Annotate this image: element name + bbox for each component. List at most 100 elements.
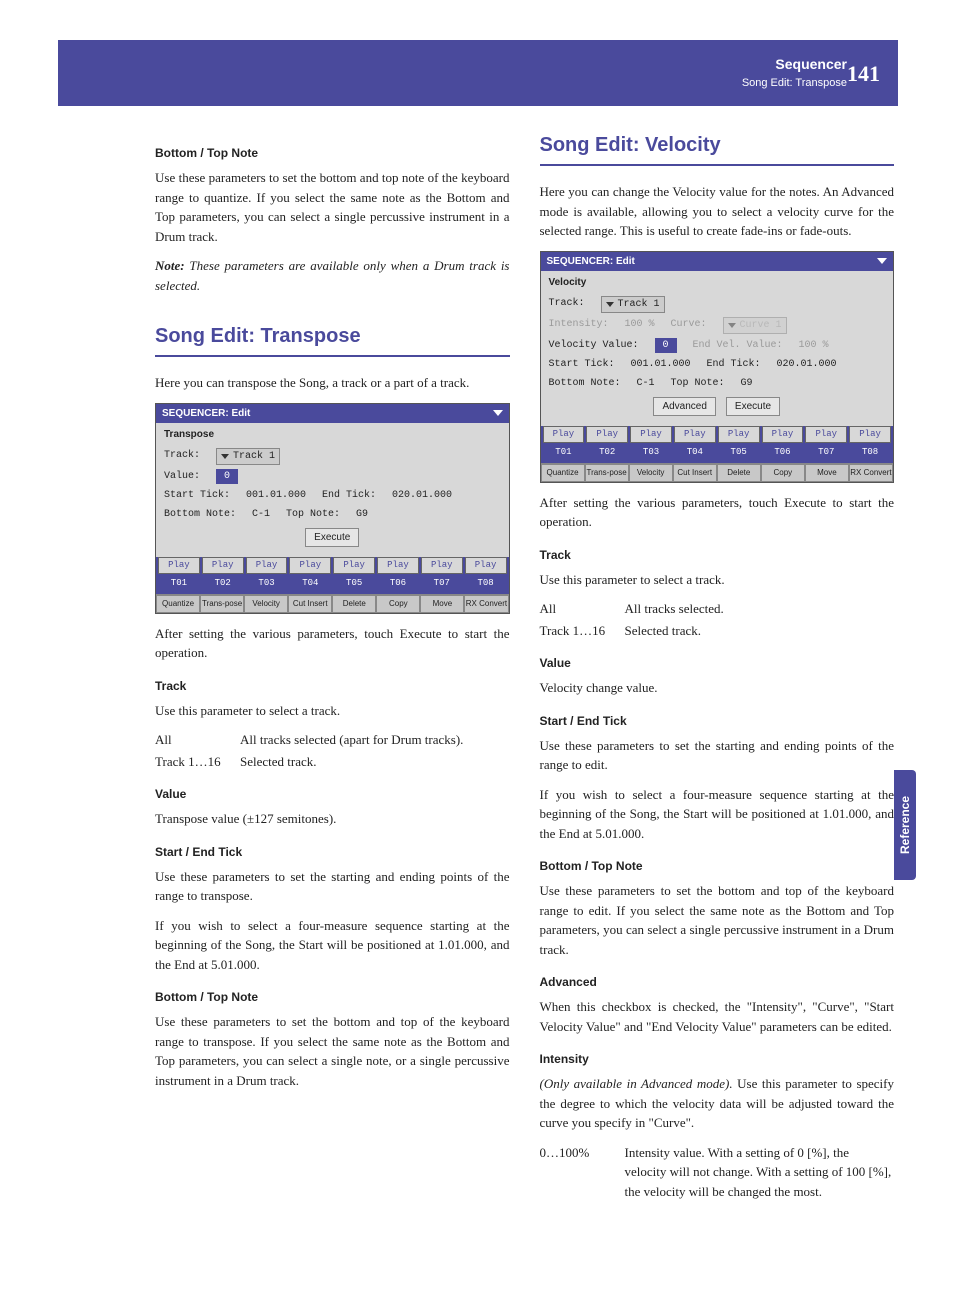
- track-cell[interactable]: T03: [246, 576, 288, 592]
- tab-copy[interactable]: Copy: [376, 595, 420, 613]
- tab-delete[interactable]: Delete: [717, 464, 761, 482]
- def-row: All All tracks selected.: [540, 599, 895, 619]
- track-row: T01 T02 T03 T04 T05 T06 T07 T08: [156, 576, 509, 594]
- track-cell[interactable]: T05: [718, 445, 760, 461]
- tab-move[interactable]: Move: [420, 595, 464, 613]
- right-column: Song Edit: Velocity Here you can change …: [540, 130, 895, 1203]
- play-button[interactable]: Play: [586, 426, 628, 444]
- play-button[interactable]: Play: [465, 557, 507, 575]
- left-column: Bottom / Top Note Use these parameters t…: [155, 130, 510, 1203]
- header-subtitle: Song Edit: Transpose: [742, 75, 847, 92]
- tab-copy[interactable]: Copy: [761, 464, 805, 482]
- play-button[interactable]: Play: [762, 426, 804, 444]
- track-cell[interactable]: T02: [202, 576, 244, 592]
- section-title-transpose: Song Edit: Transpose: [155, 321, 510, 351]
- menu-icon[interactable]: [493, 410, 503, 416]
- def-row: Track 1…16 Selected track.: [155, 752, 510, 772]
- para: If you wish to select a four-measure seq…: [540, 785, 895, 844]
- track-cell[interactable]: T07: [421, 576, 463, 592]
- tab-transpose[interactable]: Trans-pose: [200, 595, 244, 613]
- note-text: These parameters are available only when…: [155, 258, 510, 293]
- top-note-label: Top Note:: [671, 376, 725, 391]
- vel-value-input[interactable]: 0: [655, 338, 677, 353]
- track-cell[interactable]: T04: [674, 445, 716, 461]
- track-cell[interactable]: T08: [465, 576, 507, 592]
- execute-button[interactable]: Execute: [305, 528, 359, 547]
- end-tick-value[interactable]: 020.01.000: [777, 357, 837, 372]
- play-button[interactable]: Play: [630, 426, 672, 444]
- track-value: Track 1: [618, 297, 660, 312]
- def-row: 0…100% Intensity value. With a setting o…: [540, 1143, 895, 1202]
- track-cell[interactable]: T01: [158, 576, 200, 592]
- play-button[interactable]: Play: [246, 557, 288, 575]
- tab-cut-insert[interactable]: Cut Insert: [288, 595, 332, 613]
- track-cell[interactable]: T01: [543, 445, 585, 461]
- top-note-value[interactable]: G9: [741, 376, 753, 391]
- track-row: T01 T02 T03 T04 T05 T06 T07 T08: [541, 445, 894, 463]
- page-header: Sequencer Song Edit: Transpose 141: [58, 40, 898, 106]
- header-title: Sequencer: [742, 54, 847, 75]
- para: Use these parameters to set the bottom a…: [155, 1012, 510, 1090]
- play-button[interactable]: Play: [158, 557, 200, 575]
- play-button[interactable]: Play: [202, 557, 244, 575]
- play-button[interactable]: Play: [543, 426, 585, 444]
- track-cell[interactable]: T03: [630, 445, 672, 461]
- end-vel-label: End Vel. Value:: [693, 338, 783, 353]
- tab-move[interactable]: Move: [805, 464, 849, 482]
- track-cell[interactable]: T08: [849, 445, 891, 461]
- ui-title: SEQUENCER: Edit: [547, 254, 635, 269]
- track-cell[interactable]: T04: [289, 576, 331, 592]
- tab-rx-convert[interactable]: RX Convert: [464, 595, 508, 613]
- track-cell[interactable]: T06: [762, 445, 804, 461]
- top-note-value[interactable]: G9: [356, 507, 368, 522]
- start-tick-value[interactable]: 001.01.000: [631, 357, 691, 372]
- tab-row: Quantize Trans-pose Velocity Cut Insert …: [541, 463, 894, 482]
- track-cell[interactable]: T02: [586, 445, 628, 461]
- menu-icon[interactable]: [877, 258, 887, 264]
- track-cell[interactable]: T06: [377, 576, 419, 592]
- def-desc: All tracks selected.: [625, 599, 895, 619]
- execute-button[interactable]: Execute: [726, 397, 780, 416]
- curve-label: Curve:: [671, 317, 707, 334]
- para: Use this parameter to select a track.: [540, 570, 895, 590]
- bottom-note-value[interactable]: C-1: [637, 376, 655, 391]
- tab-cut-insert[interactable]: Cut Insert: [673, 464, 717, 482]
- play-button[interactable]: Play: [377, 557, 419, 575]
- play-button[interactable]: Play: [333, 557, 375, 575]
- track-cell[interactable]: T05: [333, 576, 375, 592]
- def-row: All All tracks selected (apart for Drum …: [155, 730, 510, 750]
- tab-transpose[interactable]: Trans-pose: [585, 464, 629, 482]
- value-input[interactable]: 0: [216, 469, 238, 484]
- def-desc: Intensity value. With a setting of 0 [%]…: [625, 1143, 895, 1202]
- tab-delete[interactable]: Delete: [332, 595, 376, 613]
- section-rule: [540, 164, 895, 166]
- para: If you wish to select a four-measure seq…: [155, 916, 510, 975]
- track-cell[interactable]: T07: [805, 445, 847, 461]
- tab-velocity[interactable]: Velocity: [629, 464, 673, 482]
- def-term: Track 1…16: [540, 621, 625, 641]
- play-button[interactable]: Play: [805, 426, 847, 444]
- play-button[interactable]: Play: [849, 426, 891, 444]
- tab-quantize[interactable]: Quantize: [156, 595, 200, 613]
- advanced-checkbox[interactable]: Advanced: [653, 397, 715, 416]
- play-button[interactable]: Play: [421, 557, 463, 575]
- play-button[interactable]: Play: [718, 426, 760, 444]
- start-tick-value[interactable]: 001.01.000: [246, 488, 306, 503]
- end-tick-value[interactable]: 020.01.000: [392, 488, 452, 503]
- heading-value: Value: [155, 785, 510, 803]
- ui-group-label: Transpose: [164, 427, 501, 442]
- play-row: Play Play Play Play Play Play Play Play: [541, 426, 894, 446]
- value-label: Value:: [164, 469, 200, 484]
- track-dropdown[interactable]: Track 1: [601, 296, 665, 313]
- play-button[interactable]: Play: [289, 557, 331, 575]
- tab-quantize[interactable]: Quantize: [541, 464, 585, 482]
- heading-value: Value: [540, 654, 895, 672]
- tab-rx-convert[interactable]: RX Convert: [849, 464, 893, 482]
- play-button[interactable]: Play: [674, 426, 716, 444]
- def-row: Track 1…16 Selected track.: [540, 621, 895, 641]
- track-dropdown[interactable]: Track 1: [216, 448, 280, 465]
- start-tick-label: Start Tick:: [549, 357, 615, 372]
- tab-velocity[interactable]: Velocity: [244, 595, 288, 613]
- bottom-note-value[interactable]: C-1: [252, 507, 270, 522]
- para: Transpose value (±127 semitones).: [155, 809, 510, 829]
